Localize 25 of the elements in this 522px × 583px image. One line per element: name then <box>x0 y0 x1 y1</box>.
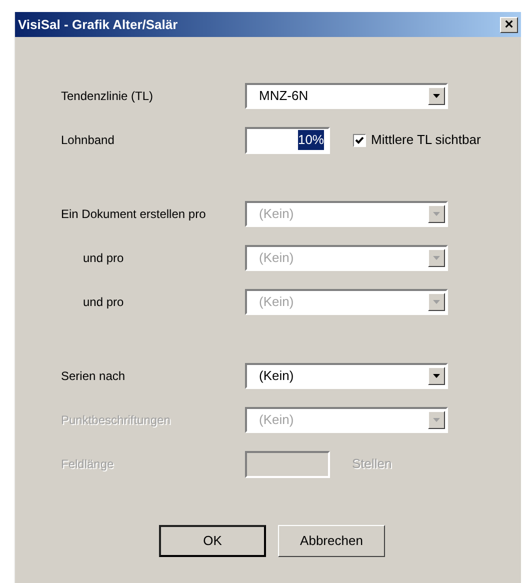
field-label: Lohnband <box>60 132 116 149</box>
close-button[interactable]: × <box>500 16 518 32</box>
field-label: und pro <box>82 294 125 311</box>
window-title: VisiSal - Grafik Alter/Salär <box>18 16 178 34</box>
checkbox[interactable]: Mittlere TL sichtbar <box>353 130 481 150</box>
caret-icon <box>433 94 440 98</box>
dropdown[interactable]: MNZ-6N <box>245 83 448 109</box>
caret-icon <box>433 256 440 260</box>
field-label: Serien nach <box>60 368 126 385</box>
input-field[interactable]: 10% <box>245 126 330 154</box>
dropdown-arrow-button[interactable] <box>428 87 445 105</box>
caret-icon <box>433 418 440 422</box>
field-label: Tendenzlinie (TL) <box>60 88 154 105</box>
dialog-button[interactable]: OK <box>159 525 266 557</box>
field-label: und pro <box>82 250 125 267</box>
checkbox-label: Mittlere TL sichtbar <box>371 131 481 150</box>
checkbox-box[interactable] <box>353 134 366 146</box>
field-label: Ein Dokument erstellen pro <box>60 206 207 223</box>
dropdown[interactable]: (Kein) <box>245 363 448 389</box>
caret-icon <box>433 374 440 378</box>
dropdown-arrow-button[interactable] <box>428 367 445 385</box>
dialog-button[interactable]: Abbrechen <box>278 525 385 557</box>
caret-icon <box>433 300 440 304</box>
caret-icon <box>433 212 440 216</box>
check-icon <box>355 136 364 144</box>
